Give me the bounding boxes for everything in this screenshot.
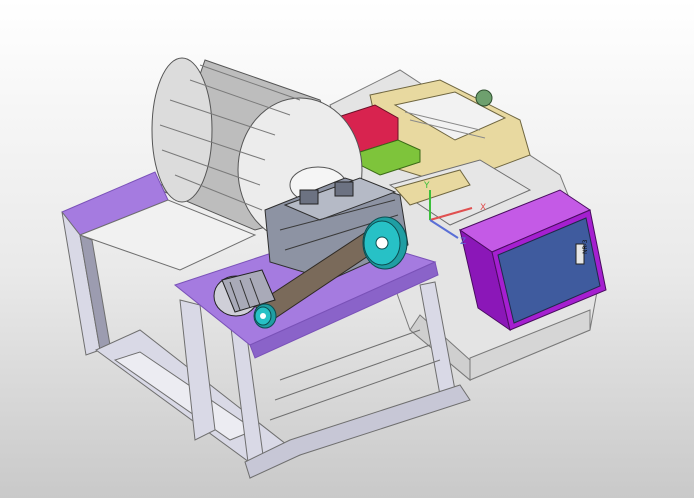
small-pulley[interactable] [253,303,277,329]
cad-viewport[interactable]: NR-3 X Y Z [0,0,694,498]
control-box-nameplate: NR-3 [582,239,589,254]
triad-y-label: Y [423,181,430,191]
machine-model[interactable]: NR-3 X Y Z [0,0,694,498]
handwheel-icon[interactable] [475,89,493,107]
large-pulley[interactable] [362,216,408,270]
triad-x-label: X [480,203,486,213]
triad-z-label: Z [460,237,466,247]
